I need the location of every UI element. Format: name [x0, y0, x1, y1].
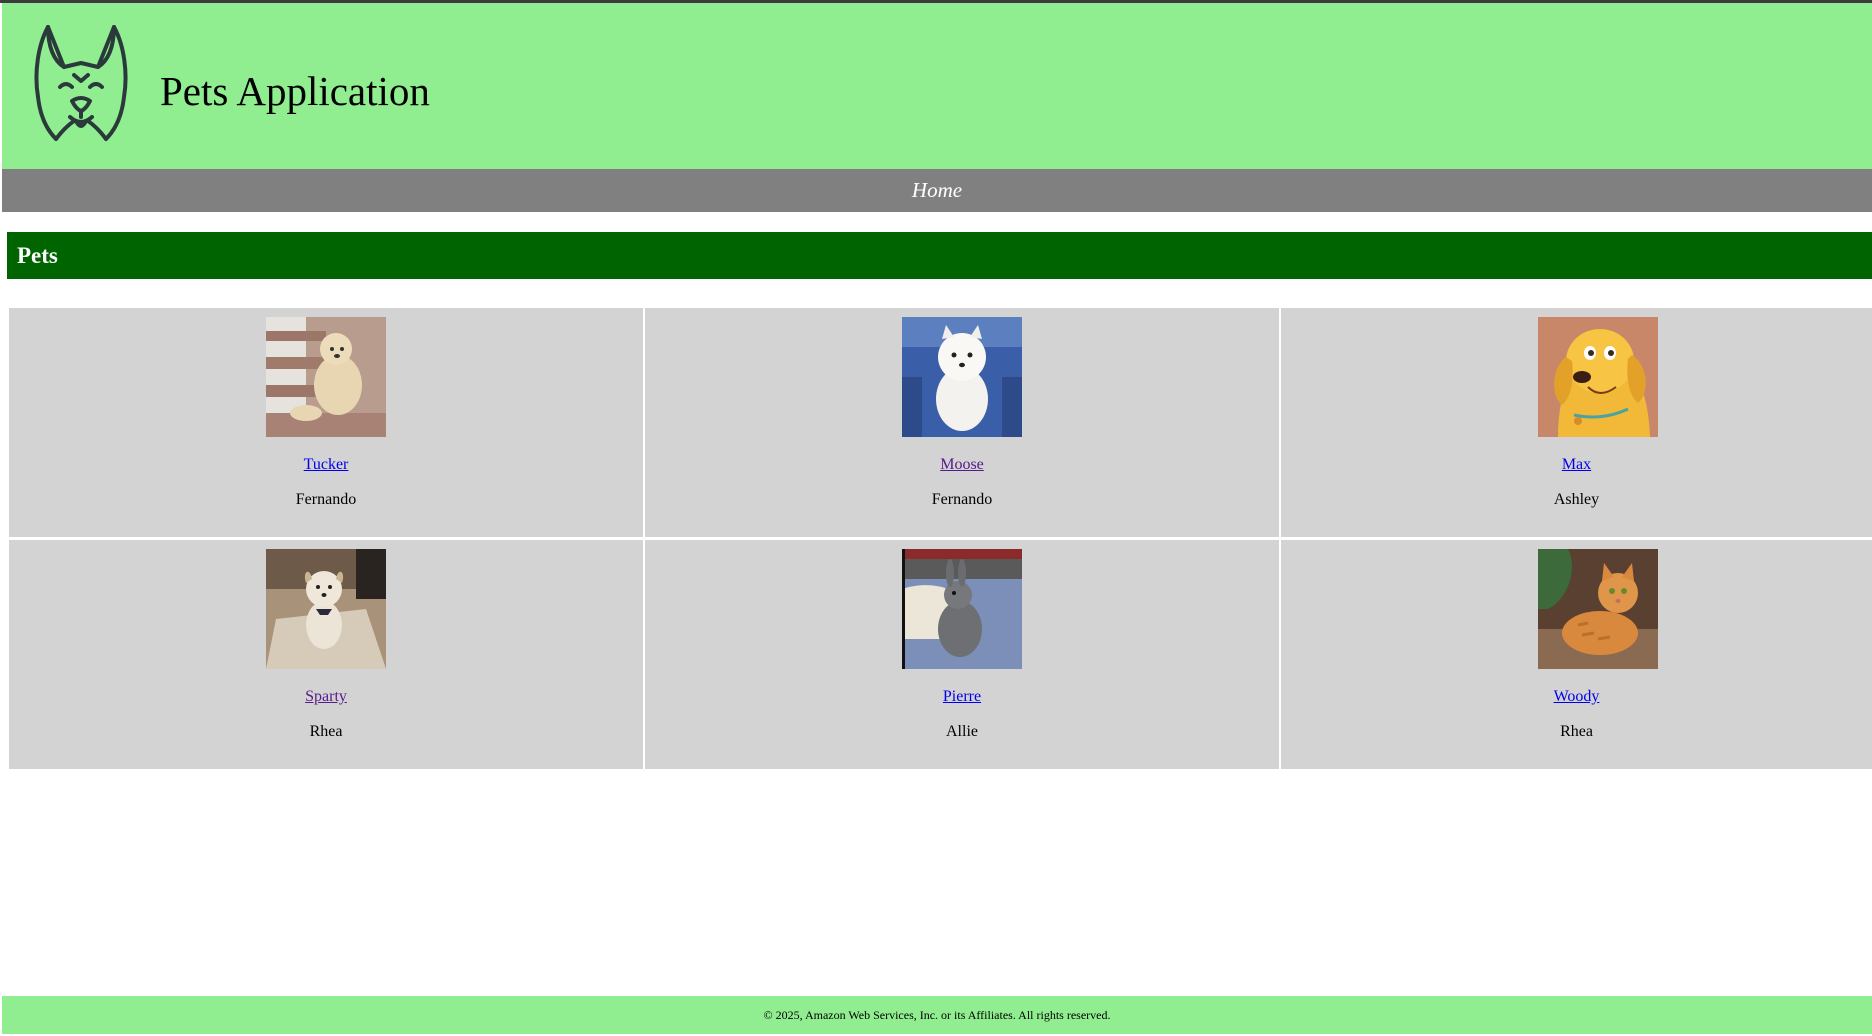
pet-name-link[interactable]: Sparty — [9, 687, 643, 707]
pet-card-sparty: Sparty Rhea — [9, 540, 643, 769]
pet-owner: Rhea — [1560, 723, 1593, 740]
pet-owner: Fernando — [295, 491, 357, 508]
pet-name-link[interactable]: Max — [1281, 455, 1872, 475]
pet-owner: Ashley — [1553, 491, 1600, 508]
pet-photo-pierre — [902, 549, 1022, 669]
pet-name-link[interactable]: Moose — [645, 455, 1279, 475]
pet-card-pierre: Pierre Allie — [645, 540, 1279, 769]
copyright-text: © 2025, Amazon Web Services, Inc. or its… — [763, 1008, 1111, 1022]
pet-name-link[interactable]: Tucker — [9, 455, 643, 475]
app-header: Pets Application — [2, 3, 1872, 169]
pet-name-link[interactable]: Woody — [1281, 687, 1872, 707]
pet-card-max: Max Ashley — [1281, 308, 1872, 537]
pet-photo-max — [1538, 317, 1658, 437]
dog-face-icon — [34, 25, 128, 143]
nav-home-link[interactable]: Home — [912, 169, 962, 212]
pet-owner: Allie — [946, 723, 978, 740]
footer: © 2025, Amazon Web Services, Inc. or its… — [2, 996, 1872, 1034]
pet-photo-woody — [1538, 549, 1658, 669]
pet-photo-tucker — [266, 317, 386, 437]
app-title: Pets Application — [160, 68, 430, 114]
pets-section-header: Pets — [7, 232, 1872, 279]
pet-owner: Rhea — [309, 723, 343, 740]
nav-bar: Home — [2, 169, 1872, 212]
pet-owner: Fernando — [931, 491, 993, 508]
pet-name-link[interactable]: Pierre — [645, 687, 1279, 707]
section-title: Pets — [17, 243, 58, 268]
pet-card-moose: Moose Fernando — [645, 308, 1279, 537]
pet-photo-sparty — [266, 549, 386, 669]
pet-card-tucker: Tucker Fernando — [9, 308, 643, 537]
pet-card-woody: Woody Rhea — [1281, 540, 1872, 769]
pets-grid: Tucker Fernando Moose Fernando Max Ashle… — [9, 308, 1872, 770]
pet-photo-moose — [902, 317, 1022, 437]
